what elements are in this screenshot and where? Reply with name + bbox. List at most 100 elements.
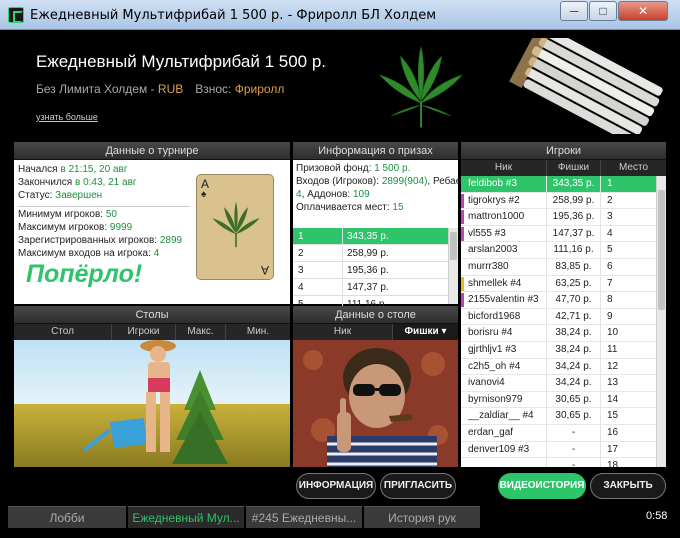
player-chips: - (547, 458, 601, 467)
col-nick[interactable]: Ник (293, 324, 393, 340)
max-entries-line: Максимум входов на игрока: 4 (18, 248, 159, 259)
player-place: 3 (607, 211, 613, 223)
players-scrollbar[interactable] (656, 176, 666, 467)
tables-panel: Столы Стол Игроки Макс. Мин. (14, 306, 290, 467)
player-chips: 83,85 р. (547, 258, 601, 275)
prize-row[interactable]: 1 343,35 р. (293, 228, 458, 245)
player-chips: 195,36 р. (547, 209, 601, 225)
player-nick: borisru #4 (461, 325, 547, 341)
tournament-subtitle: Без Лимита Холдем - RUB Взнос: Фриролл (36, 82, 284, 96)
player-row[interactable]: ... -18 (461, 458, 666, 467)
prize-row[interactable]: 3 195,36 р. (293, 262, 458, 279)
learn-more-link[interactable]: узнать больше (36, 112, 98, 122)
players-list[interactable]: feldibob #3 343,35 р. 1 tigrokrys #2 258,99 … (461, 176, 666, 467)
player-row[interactable]: shmellek #4 63,25 р. 7 (461, 275, 666, 293)
close-window-button[interactable]: ✕ (618, 1, 668, 21)
player-nick: gjrthljv1 #3 (461, 341, 547, 358)
minimize-button[interactable]: ─ (560, 1, 588, 21)
player-chips: 38,24 р. (547, 325, 601, 341)
col-chips[interactable]: Фишки (547, 160, 601, 176)
col-chips-sort[interactable]: Фишки ▾ (393, 324, 458, 340)
field-photo-image (14, 340, 290, 467)
player-marker (461, 226, 464, 241)
window-titlebar[interactable]: Ежедневный Мультифрибай 1 500 р. - Фриро… (0, 0, 680, 30)
tab-lobby[interactable]: Лобби (8, 506, 126, 528)
col-players[interactable]: Игроки (112, 324, 176, 340)
started-value: в 21:15, 20 авг (60, 164, 128, 175)
player-nick: __zaldiar__ #4 (461, 408, 547, 424)
tab-hand-history[interactable]: История рук (364, 506, 480, 528)
prize-scroll-thumb[interactable] (450, 232, 457, 260)
card-suit: ♠ (201, 189, 207, 200)
player-nick: shmellek #4 (461, 275, 547, 292)
player-row[interactable]: murrr380 83,85 р. 6 (461, 258, 666, 276)
prize-row[interactable]: 2 258,99 р. (293, 245, 458, 262)
player-nick: c2h5_oh #4 (461, 358, 547, 375)
col-nick[interactable]: Ник (461, 160, 547, 176)
table-details-column-header: Ник Фишки ▾ (293, 324, 458, 340)
player-row[interactable]: tigrokrys #2 258,99 р. 2 (461, 192, 666, 210)
divider (18, 206, 190, 207)
buyin-value: Фриролл (234, 82, 285, 96)
invite-button[interactable]: ПРИГЛАСИТЬ (380, 473, 456, 499)
col-place[interactable]: Место (601, 160, 666, 176)
clock: 0:58 (646, 510, 668, 522)
tab-tournament[interactable]: Ежедневный Мул... (128, 506, 244, 528)
currency-label: RUB (157, 82, 184, 96)
tables-header: Столы (14, 306, 290, 324)
player-row[interactable]: ivanovi4 34,24 р. 13 (461, 375, 666, 392)
col-min[interactable]: Мин. (226, 324, 290, 340)
table-details-header: Данные о столе (293, 306, 458, 324)
player-chips: 343,35 р. (547, 176, 601, 192)
player-row[interactable]: mattron1000 195,36 р. 3 (461, 209, 666, 226)
player-row[interactable]: gjrthljv1 #3 38,24 р. 11 (461, 341, 666, 359)
player-nick: tigrokrys #2 (461, 192, 547, 209)
info-button[interactable]: ИНФОРМАЦИЯ (296, 473, 376, 499)
col-table[interactable]: Стол (14, 324, 112, 340)
prize-table[interactable]: 1 343,35 р. 2 258,99 р. 3 195,36 р. 4 147,37… (293, 228, 458, 313)
player-chips: 34,24 р. (547, 358, 601, 375)
player-row[interactable]: borisru #4 38,24 р. 10 (461, 325, 666, 342)
player-row[interactable]: arslan2003 111,16 р. 5 (461, 242, 666, 259)
registered-line: Зарегистрированных игроков: 2899 (18, 235, 182, 246)
min-players-value: 50 (105, 209, 117, 220)
player-row[interactable]: erdan_gaf -16 (461, 424, 666, 442)
player-row[interactable]: 2155valentin #3 47,70 р. 8 (461, 292, 666, 309)
col-max[interactable]: Макс. (176, 324, 226, 340)
close-button[interactable]: ЗАКРЫТЬ (590, 473, 666, 499)
player-place: 10 (607, 327, 619, 339)
players-header: Игроки (461, 142, 666, 160)
buyin-label: Взнос: (195, 82, 235, 96)
entries-line: Входов (Игроков): 2899(904), Ребаев: (296, 176, 469, 187)
entries-label: Входов (Игроков): (296, 176, 382, 187)
player-row[interactable]: feldibob #3 343,35 р. 1 (461, 176, 666, 193)
registered-value: 2899 (159, 235, 183, 246)
tab-table-245[interactable]: #245 Ежедневны... (246, 506, 362, 528)
tournament-header: Ежедневный Мультифрибай 1 500 р. Без Лим… (6, 30, 674, 138)
players-scroll-thumb[interactable] (658, 190, 665, 310)
player-row[interactable]: denver109 #3-17 (461, 441, 666, 459)
player-row[interactable]: vl555 #3 147,37 р. 4 (461, 225, 666, 243)
player-row[interactable]: bicford1968 42,71 р. 9 (461, 308, 666, 326)
max-entries-label: Максимум входов на игрока: (18, 248, 154, 259)
tournament-info-panel: Данные о турнире Начался в 21:15, 20 авг… (14, 142, 290, 304)
player-row[interactable]: c2h5_oh #4 34,24 р. 12 (461, 358, 666, 376)
prize-row[interactable]: 4 147,37 р. (293, 279, 458, 296)
game-type: Без Лимита Холдем - (36, 82, 158, 96)
prize-scrollbar[interactable] (448, 228, 458, 304)
player-place: 12 (607, 360, 619, 372)
addons-label: , Аддонов: (301, 189, 353, 200)
prize-info-body: Призовой фонд: 1 500 р. Входов (Игроков)… (293, 160, 469, 313)
app-logo-icon (8, 7, 24, 23)
player-place: 7 (607, 277, 613, 289)
player-marker (461, 193, 464, 208)
maximize-button[interactable]: □ (589, 1, 617, 21)
player-row[interactable]: byrnison979 30,65 р. 14 (461, 391, 666, 409)
video-history-button[interactable]: ВИДЕОИСТОРИЯ (498, 473, 586, 499)
prize-fund-label: Призовой фонд: (296, 163, 375, 174)
player-nick: murrr380 (461, 258, 547, 275)
min-players-line: Минимум игроков: 50 (18, 209, 117, 220)
player-row[interactable]: __zaldiar__ #4 30,65 р. 15 (461, 408, 666, 425)
player-chips: - (547, 424, 601, 441)
player-nick: byrnison979 (461, 391, 547, 408)
